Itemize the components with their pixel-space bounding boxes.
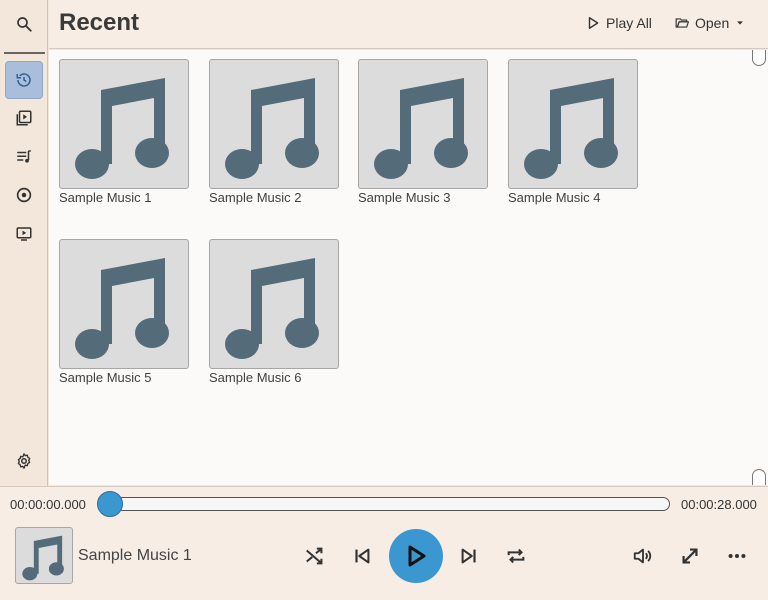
media-title: Sample Music 4 — [508, 190, 601, 205]
music-note-icon — [75, 78, 169, 179]
play-all-button[interactable]: Play All — [586, 15, 652, 31]
scrollbar-top-cap — [752, 50, 766, 66]
sidebar-item-discs[interactable] — [5, 176, 43, 214]
music-note-icon — [225, 78, 319, 179]
expand-icon — [682, 548, 698, 564]
shuffle-icon — [306, 547, 323, 565]
music-note-icon — [374, 78, 468, 179]
album-cover — [59, 59, 189, 189]
sidebar-item-videos[interactable] — [5, 99, 43, 137]
album-cover — [508, 59, 638, 189]
scrollbar-bottom-cap — [752, 469, 766, 485]
seek-bar-area: 00:00:00.000 00:00:28.000 — [0, 486, 768, 522]
sidebar-item-video[interactable] — [5, 215, 43, 253]
album-cover — [209, 59, 339, 189]
repeat-button[interactable] — [504, 544, 528, 568]
media-title: Sample Music 3 — [358, 190, 451, 205]
seek-handle[interactable] — [97, 491, 123, 517]
play-outline-icon — [588, 17, 599, 29]
caret-down-icon — [737, 21, 744, 25]
media-tile[interactable]: Sample Music 4 — [508, 59, 639, 205]
settings-button[interactable] — [5, 442, 43, 480]
video-icon — [16, 227, 32, 241]
sidebar — [0, 0, 48, 486]
media-title: Sample Music 6 — [209, 370, 302, 385]
media-tile[interactable]: Sample Music 1 — [59, 59, 190, 205]
gear-icon — [17, 453, 31, 469]
media-title: Sample Music 2 — [209, 190, 302, 205]
play-icon — [408, 545, 426, 567]
seek-track[interactable] — [102, 497, 670, 511]
header: Recent Play All Open — [49, 0, 768, 49]
next-button[interactable] — [457, 544, 481, 568]
media-tile[interactable]: Sample Music 5 — [59, 239, 190, 385]
media-title: Sample Music 1 — [59, 190, 152, 205]
repeat-icon — [507, 548, 525, 564]
music-note-icon — [225, 258, 319, 359]
play-all-label: Play All — [606, 15, 652, 31]
volume-icon — [633, 548, 652, 564]
music-note-icon — [22, 535, 64, 580]
music-note-icon — [524, 78, 618, 179]
player-bar: Sample Music 1 — [0, 522, 768, 600]
open-button[interactable]: Open — [675, 15, 745, 31]
volume-button[interactable] — [631, 544, 655, 568]
search-button[interactable] — [5, 5, 43, 43]
history-icon — [16, 73, 31, 87]
open-label: Open — [695, 15, 730, 31]
album-cover — [209, 239, 339, 369]
sidebar-item-playlists[interactable] — [5, 138, 43, 176]
recent-grid: Sample Music 1 Sample Music 2 Sample Mus… — [49, 50, 751, 485]
total-time: 00:00:28.000 — [681, 497, 757, 512]
folder-open-icon — [675, 18, 689, 28]
sidebar-separator — [4, 52, 45, 54]
media-tile[interactable]: Sample Music 3 — [358, 59, 489, 205]
media-tile[interactable]: Sample Music 6 — [209, 239, 340, 385]
media-title: Sample Music 5 — [59, 370, 152, 385]
disc-icon — [16, 187, 32, 203]
current-time: 00:00:00.000 — [10, 497, 86, 512]
previous-button[interactable] — [350, 544, 374, 568]
scrollbar[interactable] — [751, 50, 768, 485]
media-tile[interactable]: Sample Music 2 — [209, 59, 340, 205]
more-button[interactable] — [725, 544, 749, 568]
now-playing-title: Sample Music 1 — [78, 547, 192, 564]
music-note-icon — [75, 258, 169, 359]
video-library-icon — [16, 110, 32, 126]
more-horizontal-icon — [728, 553, 746, 559]
fullscreen-button[interactable] — [678, 544, 702, 568]
play-button[interactable] — [389, 529, 443, 583]
shuffle-button[interactable] — [303, 544, 327, 568]
album-cover — [358, 59, 488, 189]
skip-next-icon — [461, 548, 476, 564]
skip-previous-icon — [355, 548, 370, 564]
search-icon — [17, 17, 32, 32]
now-playing-cover — [15, 527, 73, 584]
sidebar-item-recent[interactable] — [5, 61, 43, 99]
album-cover — [59, 239, 189, 369]
playlist-icon — [17, 150, 31, 163]
page-title: Recent — [59, 9, 140, 36]
